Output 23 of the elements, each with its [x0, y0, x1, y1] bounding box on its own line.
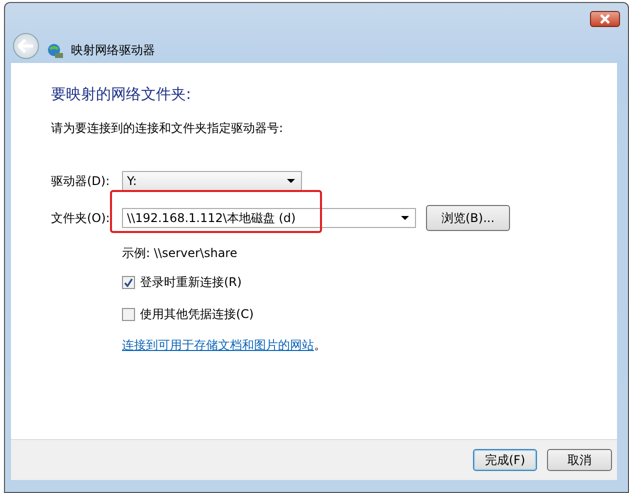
dialog-button[interactable]: 完成(F): [473, 449, 537, 471]
checkbox[interactable]: [122, 276, 135, 289]
close-icon: [599, 14, 611, 24]
back-arrow-icon: [18, 39, 34, 53]
section-heading: 要映射的网络文件夹:: [51, 85, 192, 104]
close-button[interactable]: [590, 11, 620, 27]
instruction-text: 请为要连接到的连接和文件夹指定驱动器号:: [51, 120, 284, 137]
field-label: 驱动器(D):: [51, 172, 111, 190]
dropdown-arrow-icon: [287, 179, 295, 183]
dialog-button[interactable]: 取消: [547, 449, 612, 471]
field-label: 文件夹(O):: [51, 210, 111, 226]
dropdown-arrow-icon: [401, 216, 409, 220]
period-text: 。: [314, 338, 326, 352]
website-link[interactable]: 连接到可用于存储文档和图片的网站: [122, 338, 314, 352]
drive-dropdown[interactable]: Y:: [122, 171, 302, 191]
browse-button[interactable]: 浏览(B)...: [426, 205, 510, 231]
window-title: 映射网络驱动器: [71, 42, 155, 59]
checkbox-label: 使用其他凭据连接(C): [140, 306, 254, 323]
checkbox[interactable]: [122, 308, 135, 321]
example-text: 示例: \\server\share: [122, 245, 238, 262]
checkbox-label: 登录时重新连接(R): [140, 274, 242, 291]
folder-combo-field[interactable]: \\192.168.1.112\本地磁盘 (d): [122, 208, 416, 228]
network-drive-icon: [47, 43, 63, 59]
